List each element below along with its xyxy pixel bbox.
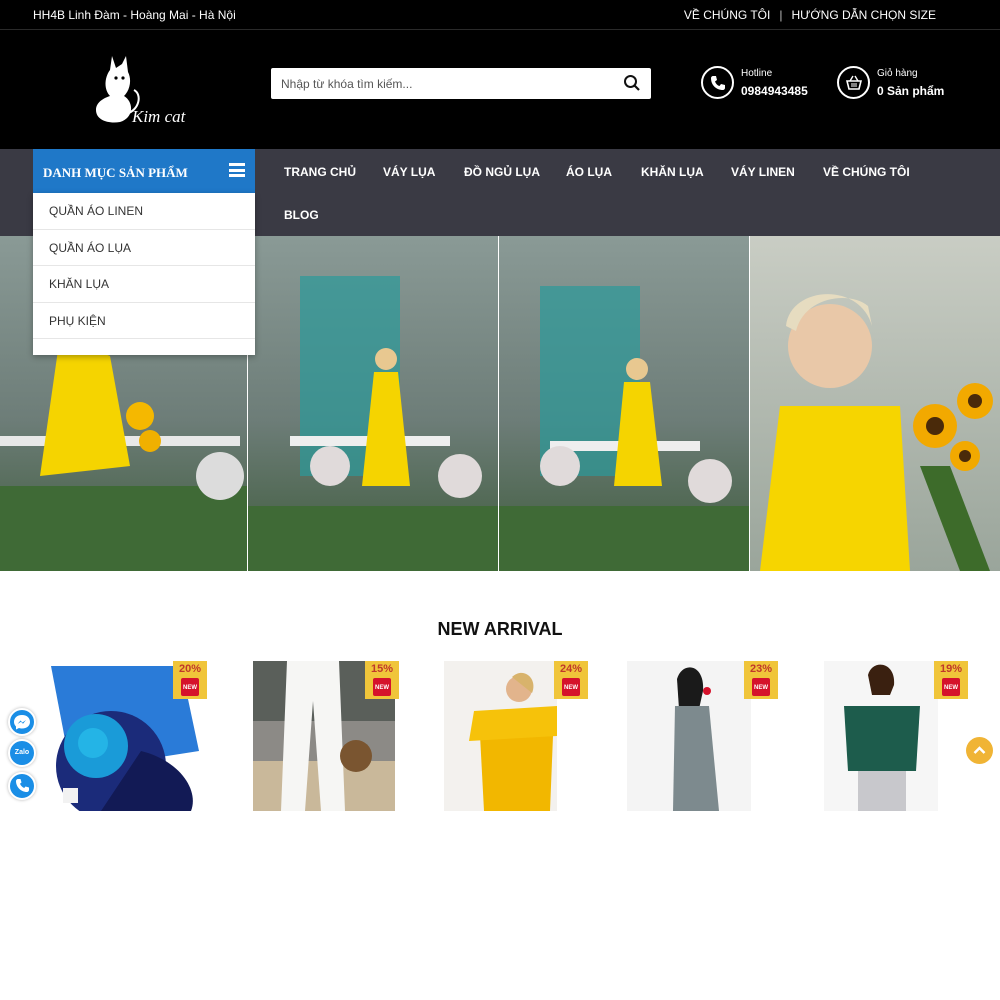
phone-icon bbox=[16, 779, 29, 792]
discount-percent: 19% bbox=[939, 663, 963, 675]
discount-percent: 23% bbox=[749, 663, 773, 675]
product-image bbox=[824, 661, 938, 811]
chevron-up-icon bbox=[973, 746, 986, 754]
about-link[interactable]: VỀ CHÚNG TÔI bbox=[684, 8, 770, 22]
discount-tag: 20% NEW bbox=[173, 661, 207, 699]
new-badge: NEW bbox=[373, 678, 391, 696]
new-badge: NEW bbox=[942, 678, 960, 696]
discount-tag: 19% NEW bbox=[934, 661, 968, 699]
scroll-to-top-button[interactable] bbox=[966, 737, 993, 764]
category-title: DANH MỤC SẢN PHẨM bbox=[43, 165, 188, 180]
nav-item-home[interactable]: TRANG CHỦ bbox=[284, 165, 356, 179]
search-box bbox=[271, 68, 651, 99]
logo-text: Kim cat bbox=[131, 107, 187, 126]
new-badge: NEW bbox=[562, 678, 580, 696]
discount-percent: 20% bbox=[178, 663, 202, 675]
category-menu-toggle[interactable]: DANH MỤC SẢN PHẨM bbox=[33, 149, 255, 193]
product-card[interactable] bbox=[824, 661, 938, 811]
messenger-icon bbox=[14, 715, 30, 730]
top-bar: HH4B Linh Đàm - Hoàng Mai - Hà Nội VỀ CH… bbox=[0, 0, 1000, 30]
discount-percent: 24% bbox=[559, 663, 583, 675]
product-image bbox=[627, 661, 751, 811]
link-separator: | bbox=[779, 8, 783, 22]
section-title: NEW ARRIVAL bbox=[437, 619, 563, 639]
category-dropdown: QUẦN ÁO LINEN QUẦN ÁO LỤA KHĂN LỤA PHỤ K… bbox=[33, 193, 255, 355]
discount-percent: 15% bbox=[370, 663, 394, 675]
category-item-accessories[interactable]: PHỤ KIỆN bbox=[33, 303, 255, 339]
logo[interactable]: Kim cat bbox=[90, 50, 200, 130]
top-links: VỀ CHÚNG TÔI | HƯỚNG DẪN CHỌN SIZE bbox=[684, 8, 936, 22]
zalo-button[interactable]: Zalo bbox=[8, 739, 36, 767]
search-input[interactable] bbox=[271, 68, 611, 99]
hotline-number: 0984943485 bbox=[741, 84, 808, 98]
category-item-silk-clothing[interactable]: QUẦN ÁO LỤA bbox=[33, 230, 255, 266]
hotline-label: Hotline bbox=[741, 68, 773, 79]
size-guide-link[interactable]: HƯỚNG DẪN CHỌN SIZE bbox=[791, 8, 936, 22]
hamburger-icon bbox=[229, 163, 245, 177]
phone-icon bbox=[711, 76, 725, 90]
category-item-silk-scarves[interactable]: KHĂN LỤA bbox=[33, 266, 255, 303]
phone-circle bbox=[701, 66, 734, 99]
basket-icon bbox=[846, 75, 862, 90]
product-card[interactable] bbox=[627, 661, 751, 811]
call-button[interactable] bbox=[8, 772, 36, 800]
messenger-button[interactable] bbox=[8, 708, 36, 736]
cart-circle bbox=[837, 66, 870, 99]
cat-logo-icon: Kim cat bbox=[96, 56, 187, 126]
category-item-linen[interactable]: QUẦN ÁO LINEN bbox=[33, 193, 255, 230]
cart-count: 0 Sản phẩm bbox=[877, 84, 945, 98]
header: Kim cat Hotline 0984943485 Giỏ bbox=[0, 30, 1000, 149]
discount-tag: 23% NEW bbox=[744, 661, 778, 699]
cart-label: Giỏ hàng bbox=[877, 68, 918, 79]
new-badge: NEW bbox=[181, 678, 199, 696]
product-card[interactable] bbox=[444, 661, 557, 811]
discount-tag: 15% NEW bbox=[365, 661, 399, 699]
product-image bbox=[444, 661, 557, 811]
zalo-label: Zalo bbox=[14, 749, 30, 756]
nav-item-silk-tops[interactable]: ÁO LỤA bbox=[566, 165, 612, 179]
nav-item-linen-dresses[interactable]: VÁY LINEN bbox=[731, 165, 795, 179]
nav-item-about[interactable]: VỀ CHÚNG TÔI bbox=[823, 165, 910, 179]
nav-item-silk-dresses[interactable]: VÁY LỤA bbox=[383, 165, 435, 179]
nav-item-blog[interactable]: BLOG bbox=[284, 208, 319, 222]
store-address: HH4B Linh Đàm - Hoàng Mai - Hà Nội bbox=[33, 8, 236, 22]
search-icon bbox=[624, 75, 640, 91]
search-button[interactable] bbox=[623, 74, 643, 94]
nav-item-silk-sleepwear[interactable]: ĐỒ NGỦ LỤA bbox=[464, 165, 540, 179]
new-badge: NEW bbox=[752, 678, 770, 696]
nav-item-silk-scarves[interactable]: KHĂN LỤA bbox=[641, 165, 704, 179]
discount-tag: 24% NEW bbox=[554, 661, 588, 699]
